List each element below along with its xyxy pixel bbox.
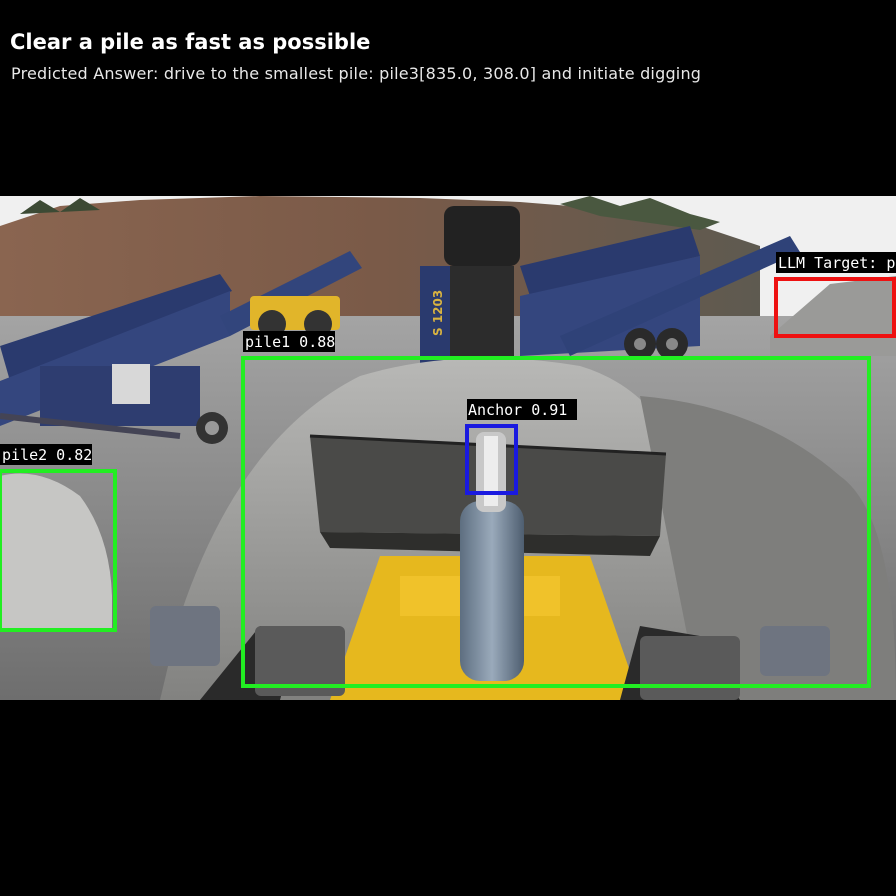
anchor-label: Anchor 0.91 <box>468 401 567 419</box>
camera-view: S 1203 pile1 0.88 pile2 0.82 Anchor 0.91… <box>0 196 896 700</box>
task-title: Clear a pile as fast as possible <box>10 30 371 54</box>
llm-target-label: LLM Target: p <box>778 254 895 272</box>
predicted-answer: Predicted Answer: drive to the smallest … <box>11 64 702 83</box>
camera-frame: S 1203 pile1 0.88 pile2 0.82 Anchor 0.91… <box>0 196 896 700</box>
pile1-label: pile1 0.88 <box>245 333 335 351</box>
pile2-label: pile2 0.82 <box>2 446 92 464</box>
machine-marking: S 1203 <box>431 290 445 336</box>
screen: Clear a pile as fast as possible Predict… <box>0 0 896 896</box>
